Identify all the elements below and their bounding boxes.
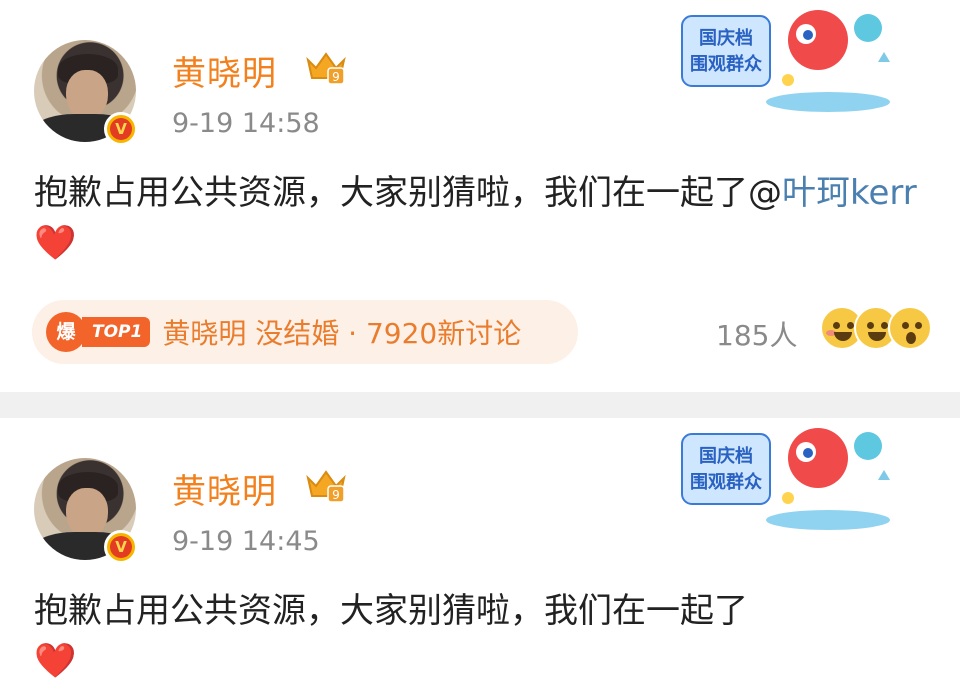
national-day-event-badge[interactable]: 国庆档 围观群众 <box>678 4 898 114</box>
hot-topic-pill[interactable]: 爆 TOP1 黄晓明 没结婚 · 7920新讨论 <box>32 300 578 364</box>
username[interactable]: 黄晓明 <box>172 46 277 95</box>
mention-link[interactable]: 叶珂kerr <box>782 173 917 213</box>
hot-badge: 爆 <box>46 312 86 352</box>
verified-v-icon: V <box>104 112 138 146</box>
heart-emoji-icon: ❤️ <box>34 223 77 263</box>
reaction-count[interactable]: 185人 <box>716 314 797 354</box>
post-text: 抱歉占用公共资源，大家别猜啦，我们在一起了 <box>34 591 748 631</box>
svg-text:9: 9 <box>332 70 340 84</box>
post-separator <box>0 392 960 418</box>
heart-emoji-icon: ❤️ <box>34 641 77 681</box>
weibo-post-1[interactable]: V 黄晓明 9 9-19 14:58 国庆档 围观群众 抱歉占用公共资源，大家别… <box>0 0 960 392</box>
post-content: 抱歉占用公共资源，大家别猜啦，我们在一起了@叶珂kerr ❤️ <box>34 168 934 268</box>
crown-level-icon: 9 <box>306 52 346 85</box>
weibo-post-2[interactable]: V 黄晓明 9 9-19 14:45 国庆档 围观群众 抱歉占用公共资源，大家别… <box>0 418 960 687</box>
crown-level-icon: 9 <box>306 470 346 503</box>
post-content: 抱歉占用公共资源，大家别猜啦，我们在一起了 ❤️ <box>34 586 934 686</box>
post-timestamp: 9-19 14:45 <box>172 526 320 557</box>
post-text: 抱歉占用公共资源，大家别猜啦，我们在一起了@ <box>34 173 782 213</box>
national-day-event-badge[interactable]: 国庆档 围观群众 <box>678 422 898 532</box>
svg-text:9: 9 <box>332 488 340 502</box>
hot-topic-text: 黄晓明 没结婚 · 7920新讨论 <box>162 317 522 350</box>
event-badge-line1: 国庆档 <box>699 445 753 467</box>
top1-rank-badge: TOP1 <box>82 317 151 347</box>
username[interactable]: 黄晓明 <box>172 464 277 513</box>
post-timestamp: 9-19 14:58 <box>172 108 320 139</box>
event-badge-line2: 围观群众 <box>690 53 762 75</box>
event-badge-line2: 围观群众 <box>690 471 762 493</box>
surprised-emoji-icon[interactable] <box>888 306 932 350</box>
event-badge-line1: 国庆档 <box>699 27 753 49</box>
verified-v-icon: V <box>104 530 138 564</box>
